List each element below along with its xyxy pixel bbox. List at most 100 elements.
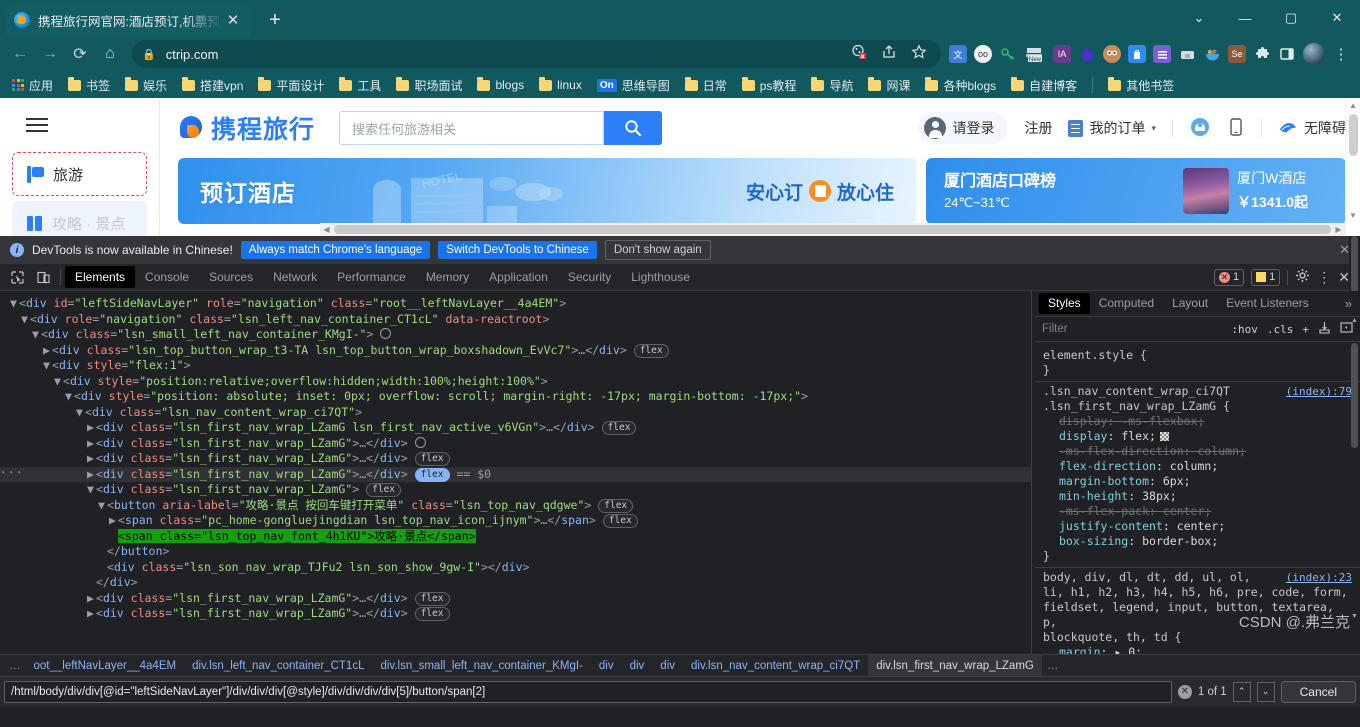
style-source-link[interactable]: (index):79 [1286,384,1352,399]
tab-computed[interactable]: Computed [1090,293,1163,314]
customer-service-button[interactable] [1189,116,1211,141]
login-button[interactable]: 请登录 [918,112,1009,144]
dom-node-line[interactable]: ▶ <div class="lsn_first_nav_wrap_LZamG ls… [0,420,1031,436]
scroll-down-icon[interactable]: ▼ [1346,208,1360,222]
warning-counter[interactable]: 1 [1251,268,1281,286]
css-property[interactable]: min-height: 38px; [1043,489,1352,504]
bookmark-wangke[interactable]: 网课 [862,75,916,96]
profile-avatar[interactable] [1303,43,1325,65]
my-orders-menu[interactable]: 我的订单 ▾ [1068,118,1156,138]
chrome-menu-icon[interactable]: ⋮ [1332,45,1350,63]
breadcrumb-item[interactable]: div [591,655,622,676]
scrollbar-thumb[interactable] [1349,114,1358,156]
clear-search-icon[interactable]: ✕ [1177,684,1192,699]
scrollbar-thumb[interactable] [1351,343,1358,448]
tab-styles[interactable]: Styles [1039,293,1090,314]
new-tab-button[interactable]: + [261,6,289,34]
style-rule[interactable]: element.style {} [1035,346,1360,382]
dont-show-again-button[interactable]: Don't show again [604,240,711,260]
glasses-extension-icon[interactable]: oo [974,45,992,63]
breadcrumb-item[interactable]: oot__leftNavLayer__4a4EM [26,655,185,676]
bookmark-zijianboke[interactable]: 自建博客 [1005,75,1083,96]
search-button[interactable] [604,111,663,145]
css-property[interactable]: display: -ms-flexbox; [1043,414,1352,429]
scroll-down-icon[interactable]: ▼ [1350,613,1359,624]
address-bar[interactable]: 🔒 ctrip.com [132,40,941,68]
blue-bag-extension-icon[interactable] [1128,45,1146,63]
bookmark-mindmap[interactable]: On 思维导图 [591,75,676,96]
error-counter[interactable]: ✕ 1 [1214,268,1245,286]
bookmark-richang[interactable]: 日常 [679,75,733,96]
tab-sources[interactable]: Sources [199,266,263,288]
mobile-app-button[interactable] [1227,117,1245,140]
drop-extension-icon[interactable] [1078,45,1096,63]
window-close-icon[interactable]: ✕ [1314,0,1360,36]
scroll-left-icon[interactable]: ◀ [320,225,333,234]
dom-node-line[interactable]: <div class="lsn_son_nav_wrap_TJFu2 lsn_s… [0,560,1031,576]
tab-lighthouse[interactable]: Lighthouse [621,266,700,288]
inspect-element-icon[interactable] [4,265,30,289]
tab-network[interactable]: Network [263,266,327,288]
dom-node-line[interactable]: </button> [0,544,1031,560]
breadcrumb-item[interactable]: div.lsn_nav_content_wrap_ci7QT [683,655,868,676]
breadcrumb-item[interactable]: … [1042,655,1064,676]
dom-node-line[interactable]: ▼ <div style="flex:1"> [0,358,1031,374]
bookmark-daohang[interactable]: 导航 [805,75,859,96]
bookmark-apps[interactable]: 应用 [6,75,59,96]
device-toolbar-icon[interactable] [30,265,56,289]
hover-state-toggle[interactable]: :hov [1231,323,1258,336]
puzzle-extension-icon[interactable] [1253,45,1271,63]
dom-node-line[interactable]: ▶<div class="lsn_first_nav_wrap_LZamG">…… [0,591,1031,607]
search-input[interactable]: /html/body/div/div[@id="leftSideNavLayer… [4,680,1172,703]
window-dropdown-icon[interactable]: ⌄ [1176,0,1222,36]
dom-node-line[interactable]: ▼ <div class="lsn_nav_content_wrap_ci7QT"… [0,405,1031,421]
bowl-extension-icon[interactable] [1203,45,1221,63]
bookmark-yule[interactable]: 娱乐 [119,75,173,96]
search-next-icon[interactable]: ⌄ [1256,681,1275,702]
dom-node-line[interactable]: ▶ <span class="pc_home-gongluejingdian ls… [0,513,1031,529]
css-property[interactable]: margin-bottom: 6px; [1043,474,1352,489]
breadcrumb-item[interactable]: div.lsn_first_nav_wrap_LZamG [868,655,1042,676]
bookmark-other[interactable]: 其他书签 [1102,75,1180,96]
ctrip-logo[interactable]: 携程旅行 [178,110,315,146]
dom-node-line[interactable]: ▶<div class="lsn_first_nav_wrap_LZamG">…… [0,451,1031,467]
style-source-link[interactable]: (index):23 [1286,570,1352,585]
breadcrumb-item[interactable]: div [622,655,653,676]
style-rule[interactable]: (index):79 .lsn_nav_content_wrap_ci7QT .ls… [1035,382,1360,568]
dom-node-line[interactable]: <span class="lsn_top_nav_font_4h1KU">攻略·… [0,528,1031,545]
always-match-language-button[interactable]: Always match Chrome's language [240,241,431,259]
dom-tree[interactable]: ▼ <div id="leftSideNavLayer" role="naviga… [0,291,1031,654]
bookmark-blogs[interactable]: blogs [471,76,530,94]
bookmark-interview[interactable]: 职场面试 [390,75,468,96]
styles-more-tabs-icon[interactable]: » [1345,296,1360,311]
tab-close-icon[interactable]: ✕ [223,11,243,29]
bookmark-linux[interactable]: linux [533,76,588,94]
switch-to-chinese-button[interactable]: Switch DevTools to Chinese [438,241,597,259]
tab-memory[interactable]: Memory [416,266,479,288]
back-icon[interactable]: ← [6,40,34,68]
list-extension-icon[interactable] [1153,45,1171,63]
dom-node-line[interactable]: ▶<div class="lsn_first_nav_wrap_LZamG">…… [0,606,1031,622]
dom-node-line[interactable]: ▶<div class="lsn_first_nav_wrap_LZamG">…… [0,436,1031,452]
tab-performance[interactable]: Performance [327,266,416,288]
reload-icon[interactable]: ⟳ [66,40,94,68]
devtools-more-icon[interactable]: ⋮ [1317,269,1331,286]
tab-event-listeners[interactable]: Event Listeners [1217,293,1318,314]
hotel-ranking-banner[interactable]: 厦门酒店口碑榜 24℃~31℃ 厦门W酒店 ￥1341.0起 [926,158,1346,224]
dom-node-line[interactable]: </div> [0,575,1031,591]
cookie-blocked-icon[interactable] [851,44,867,65]
dom-node-line[interactable]: ▶ <div class="lsn_top_button_wrap_t3-TA l… [0,343,1031,359]
styles-rules-list[interactable]: element.style {} (index):79 .lsn_nav_conte… [1035,342,1360,654]
css-property[interactable]: -ms-flex-pack: center; [1043,504,1352,519]
breadcrumb-item[interactable]: div.lsn_small_left_nav_container_KMgI- [372,655,590,676]
register-link[interactable]: 注册 [1024,118,1052,138]
css-property[interactable]: flex-direction: column; [1043,459,1352,474]
breadcrumb-item[interactable]: div.lsn_left_nav_container_CT1cL [184,655,372,676]
dom-node-line[interactable]: ▼ <div role="navigation" class="lsn_left_… [0,312,1031,328]
window-maximize-icon[interactable]: ▢ [1268,0,1314,36]
search-prev-icon[interactable]: ⌃ [1232,681,1251,702]
tab-application[interactable]: Application [479,266,558,288]
dom-node-line[interactable]: ▼ <button aria-label="攻略·景点 按回车键打开菜单" cla… [0,498,1031,514]
forward-icon[interactable]: → [36,40,64,68]
tab-layout[interactable]: Layout [1163,293,1217,314]
